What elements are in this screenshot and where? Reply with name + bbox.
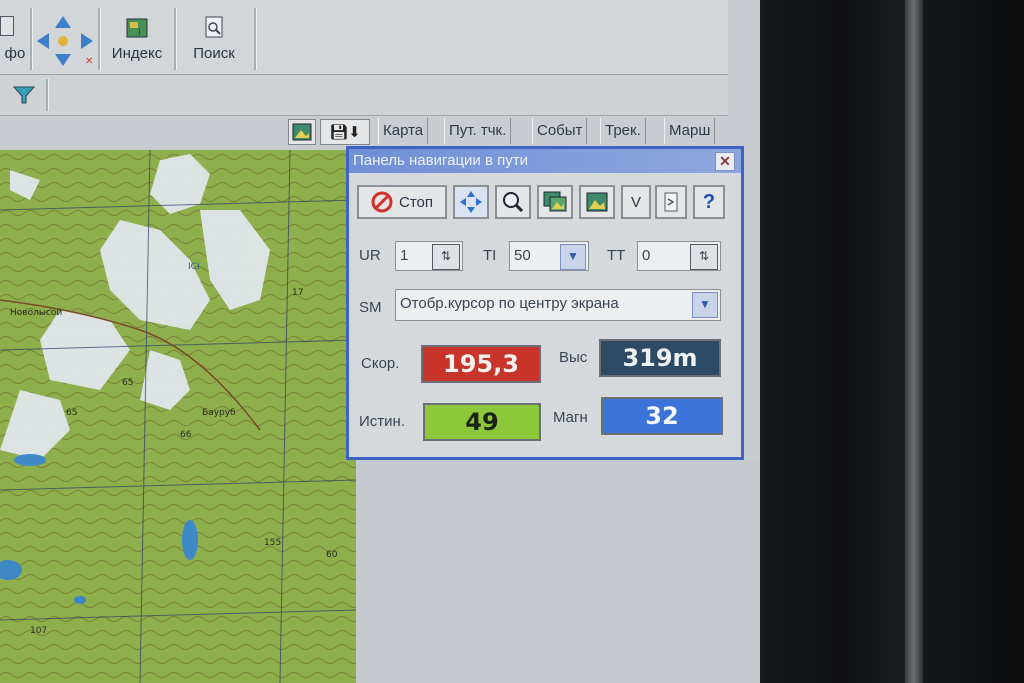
screen: фо ✕ I Индекс Поиск 💾︎⬇ Карта Пут. тчк. … xyxy=(0,0,760,683)
ur-label: UR xyxy=(359,247,381,264)
main-toolbar: фо ✕ I Индекс Поиск xyxy=(0,0,728,75)
close-button[interactable]: ✕ xyxy=(715,152,735,171)
filter-icon xyxy=(12,86,36,104)
toolbar-separator xyxy=(30,8,33,70)
magnetic-heading-label: Магн xyxy=(553,409,588,426)
monitor-bezel-edge xyxy=(905,0,923,683)
stop-icon xyxy=(371,191,393,213)
filter-button[interactable] xyxy=(8,81,40,109)
true-heading-value: 49 xyxy=(423,403,541,441)
ur-field[interactable]: 1 ⇅ xyxy=(395,241,463,271)
stop-button[interactable]: Стоп xyxy=(357,185,447,219)
sm-value: Отобр.курсор по центру экрана xyxy=(400,295,619,312)
topographic-map[interactable]: Новолысой 65 65 66 Бауруб 155 107 17 ICI… xyxy=(0,150,356,683)
map-layers-button[interactable] xyxy=(537,185,573,219)
document-arrow-icon xyxy=(664,192,678,212)
tab-label: Марш xyxy=(669,122,711,139)
magnetic-heading-value: 32 xyxy=(601,397,723,435)
document-button[interactable] xyxy=(655,185,687,219)
map-label: ICI xyxy=(188,262,200,272)
tab-events[interactable]: Событ xyxy=(532,118,588,144)
svg-text:✕: ✕ xyxy=(85,56,93,67)
speed-value: 195,3 xyxy=(421,345,541,383)
toolbar-separator xyxy=(174,8,177,70)
help-icon: ? xyxy=(702,190,716,213)
toolbar-separator xyxy=(254,8,257,70)
move-arrows-icon xyxy=(460,191,482,213)
stop-label: Стоп xyxy=(399,193,433,211)
tt-value: 0 xyxy=(642,247,651,264)
tab-routes[interactable]: Марш xyxy=(664,118,716,144)
search-button[interactable]: Поиск xyxy=(178,10,250,68)
toolbar-separator xyxy=(98,8,101,70)
pan-mode-button[interactable] xyxy=(453,185,489,219)
map-label: Новолысой xyxy=(10,308,63,318)
pan-arrows-icon: ✕ xyxy=(37,16,93,67)
ti-label: TI xyxy=(483,247,497,264)
map-image-button[interactable] xyxy=(579,185,615,219)
save-button[interactable]: 💾︎⬇ xyxy=(320,119,370,145)
speed-label: Скор. xyxy=(361,355,400,372)
v-label: V xyxy=(630,193,641,211)
map-label: Бауруб xyxy=(202,408,236,418)
tt-field[interactable]: 0 ⇅ xyxy=(637,241,721,271)
altitude-value: 319m xyxy=(599,339,721,377)
panel-title: Панель навигации в пути xyxy=(353,152,528,169)
v-toggle-button[interactable]: V xyxy=(621,185,651,219)
index-icon: I xyxy=(126,18,148,38)
map-graphic xyxy=(0,150,356,683)
ti-value: 50 xyxy=(514,247,531,264)
map-image-icon xyxy=(586,192,608,212)
map-layers-icon xyxy=(543,191,567,212)
map-label: 65 xyxy=(66,408,78,418)
empty-area xyxy=(356,460,760,683)
tt-stepper-icon[interactable]: ⇅ xyxy=(690,244,718,270)
index-button[interactable]: I Индекс xyxy=(102,10,172,68)
navigation-panel: Панель навигации в пути ✕ Стоп V ? UR 1 … xyxy=(346,146,744,460)
close-icon: ✕ xyxy=(719,153,731,169)
tt-label: TT xyxy=(607,247,626,264)
chevron-down-icon[interactable]: ▼ xyxy=(560,244,586,270)
zoom-button[interactable] xyxy=(495,185,531,219)
help-button[interactable]: ? xyxy=(693,185,725,219)
tab-waypoints[interactable]: Пут. тчк. xyxy=(444,118,512,144)
search-label: Поиск xyxy=(193,45,235,62)
ti-select[interactable]: 50 ▼ xyxy=(509,241,589,271)
index-label: Индекс xyxy=(111,45,163,62)
map-label: 60 xyxy=(326,550,338,560)
toolbar-separator xyxy=(46,79,49,111)
tab-bar: 💾︎⬇ Карта Пут. тчк. Событ Трек. Марш xyxy=(0,116,728,148)
map-label: 155 xyxy=(264,538,282,548)
sm-label: SM xyxy=(359,299,382,316)
map-label: 65 xyxy=(122,378,134,388)
info-icon xyxy=(0,16,14,36)
tab-label: Трек. xyxy=(605,122,641,139)
svg-text:I: I xyxy=(138,28,141,38)
map-image-icon xyxy=(292,123,312,141)
pan-button[interactable]: ✕ xyxy=(34,10,96,68)
tab-tracks[interactable]: Трек. xyxy=(600,118,646,144)
sm-select[interactable]: Отобр.курсор по центру экрана ▼ xyxy=(395,289,721,321)
map-view-button[interactable] xyxy=(288,119,316,145)
ur-value: 1 xyxy=(400,247,409,264)
panel-title-bar[interactable]: Панель навигации в пути ✕ xyxy=(349,149,741,173)
background xyxy=(918,0,1024,683)
tab-label: Карта xyxy=(383,122,424,139)
true-heading-label: Истин. xyxy=(359,413,405,430)
map-label: 17 xyxy=(292,288,304,298)
secondary-toolbar xyxy=(0,75,728,116)
tab-label: Пут. тчк. xyxy=(449,122,507,139)
info-button[interactable]: фо xyxy=(0,10,30,68)
ur-stepper-icon[interactable]: ⇅ xyxy=(432,244,460,270)
zoom-icon xyxy=(503,192,524,213)
tab-label: Событ xyxy=(537,122,583,139)
info-label: фо xyxy=(4,45,26,62)
map-label: 107 xyxy=(30,626,48,636)
save-icon: 💾︎⬇ xyxy=(329,123,361,141)
tab-map[interactable]: Карта xyxy=(378,118,429,144)
chevron-down-icon[interactable]: ▼ xyxy=(692,292,718,318)
altitude-label: Выс xyxy=(559,349,588,366)
map-label: 66 xyxy=(180,430,192,440)
search-icon xyxy=(205,16,223,38)
